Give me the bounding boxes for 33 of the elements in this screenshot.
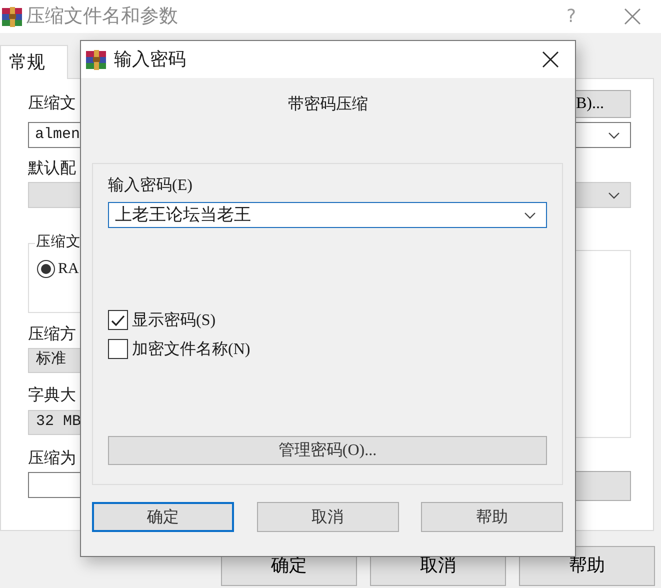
combo-value: almen	[35, 126, 80, 144]
check-icon	[110, 312, 126, 328]
field-label: 压缩为	[28, 448, 76, 468]
close-icon	[624, 8, 641, 25]
chevron-icon	[608, 130, 620, 140]
checkbox[interactable]	[108, 339, 128, 360]
combo-value: 上老王论坛当老王	[115, 205, 251, 226]
checkbox[interactable]	[108, 310, 128, 330]
field-label: 压缩文	[28, 94, 76, 114]
password-combo[interactable]: 上老王论坛当老王	[108, 202, 547, 228]
checkbox-label: 加密文件名称(N)	[132, 340, 250, 359]
field-label: 输入密码(E)	[108, 176, 192, 196]
close-button[interactable]	[542, 51, 559, 68]
dialog-button[interactable]: 帮助	[421, 502, 563, 532]
manage-passwords-button[interactable]: 管理密码(O)...	[108, 436, 547, 466]
checkbox-label: 显示密码(S)	[132, 310, 216, 330]
browse-button[interactable]: B)...	[575, 90, 631, 118]
field-label: 字典大	[28, 386, 76, 406]
app-icon	[0, 6, 24, 28]
dialog-heading: 带密码压缩	[287, 95, 369, 114]
radio-label: RA	[58, 260, 79, 278]
window-title: 压缩文件名和参数	[26, 5, 178, 28]
field-label: 压缩方	[28, 325, 76, 344]
tab[interactable]: 常规	[0, 45, 68, 79]
field-label: 默认配	[28, 159, 76, 178]
dialog-button[interactable]: 确定	[92, 502, 234, 532]
radio-button[interactable]	[37, 260, 55, 278]
chevron-icon	[608, 190, 620, 200]
dialog-button[interactable]: 取消	[256, 502, 398, 532]
close-icon	[542, 51, 559, 68]
chevron-icon	[524, 210, 536, 220]
app-icon	[84, 48, 108, 70]
dialog-title: 输入密码	[114, 48, 186, 70]
